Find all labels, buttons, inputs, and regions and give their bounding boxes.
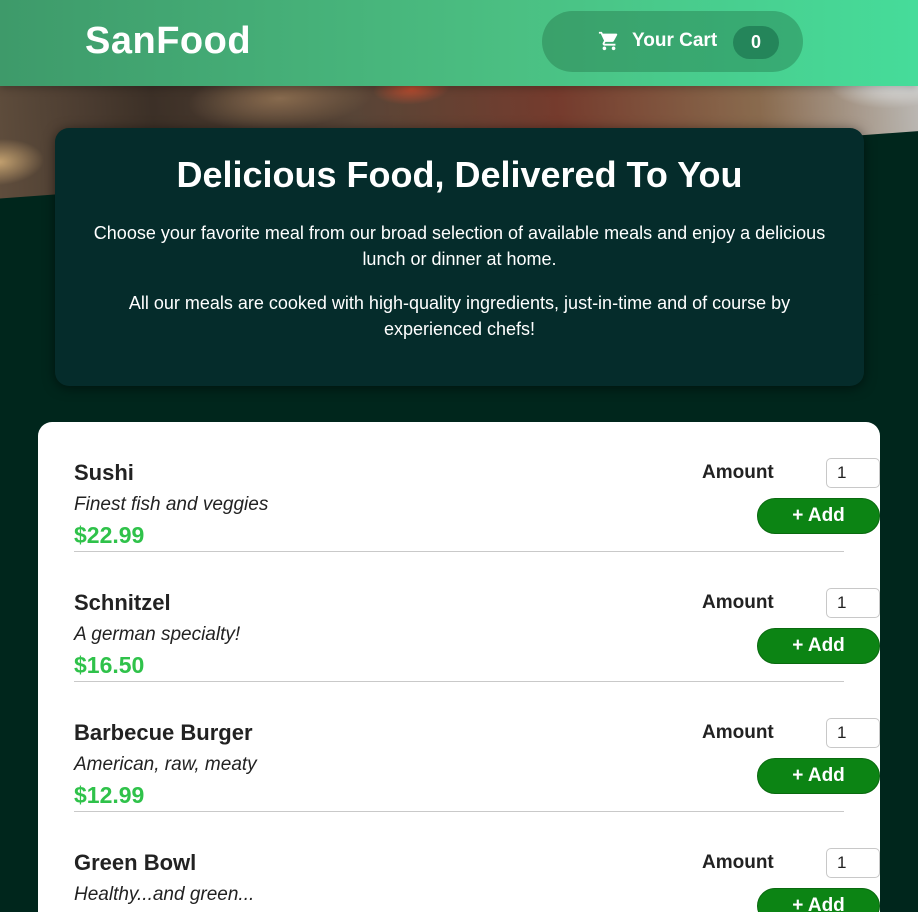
add-button[interactable]: + Add (757, 888, 880, 912)
summary-paragraph: Choose your favorite meal from our broad… (93, 223, 826, 269)
meals-summary: Delicious Food, Delivered To You Choose … (55, 128, 864, 386)
add-button[interactable]: + Add (757, 498, 880, 534)
meal-description: Finest fish and veggies (74, 494, 269, 515)
amount-label: Amount (702, 592, 774, 613)
cart-button[interactable]: Your Cart 0 (542, 11, 803, 72)
logo: SanFood (85, 20, 252, 62)
add-button[interactable]: + Add (757, 758, 880, 794)
meal-description: Healthy...and green... (74, 884, 255, 905)
meal-item: Sushi Finest fish and veggies $22.99 Amo… (74, 422, 880, 552)
amount-label: Amount (702, 722, 774, 743)
available-meals: Sushi Finest fish and veggies $22.99 Amo… (38, 422, 880, 912)
meal-price: $16.50 (74, 652, 145, 678)
meal-name: Barbecue Burger (74, 720, 253, 745)
meal-description: A german specialty! (74, 624, 241, 645)
amount-input[interactable] (826, 458, 880, 488)
meal-item: Green Bowl Healthy...and green... Amount… (74, 812, 880, 912)
summary-title: Delicious Food, Delivered To You (176, 154, 743, 195)
amount-input[interactable] (826, 718, 880, 748)
cart-icon (598, 31, 618, 51)
meal-item: Barbecue Burger American, raw, meaty $12… (74, 682, 880, 812)
meal-price: $12.99 (74, 782, 145, 808)
app-header: SanFood Your Cart 0 (0, 0, 918, 86)
meal-item: Schnitzel A german specialty! $16.50 Amo… (74, 552, 880, 682)
meal-name: Green Bowl (74, 850, 197, 875)
meal-description: American, raw, meaty (74, 754, 257, 775)
cart-count-badge: 0 (733, 26, 779, 59)
meal-price: $22.99 (74, 522, 145, 548)
meal-name: Sushi (74, 460, 134, 485)
summary-paragraph: All our meals are cooked with high-quali… (128, 293, 791, 339)
meal-name: Schnitzel (74, 590, 171, 615)
cart-label: Your Cart (632, 30, 718, 51)
amount-label: Amount (702, 852, 774, 873)
amount-input[interactable] (826, 588, 880, 618)
amount-input[interactable] (826, 848, 880, 878)
amount-label: Amount (702, 462, 774, 483)
add-button[interactable]: + Add (757, 628, 880, 664)
